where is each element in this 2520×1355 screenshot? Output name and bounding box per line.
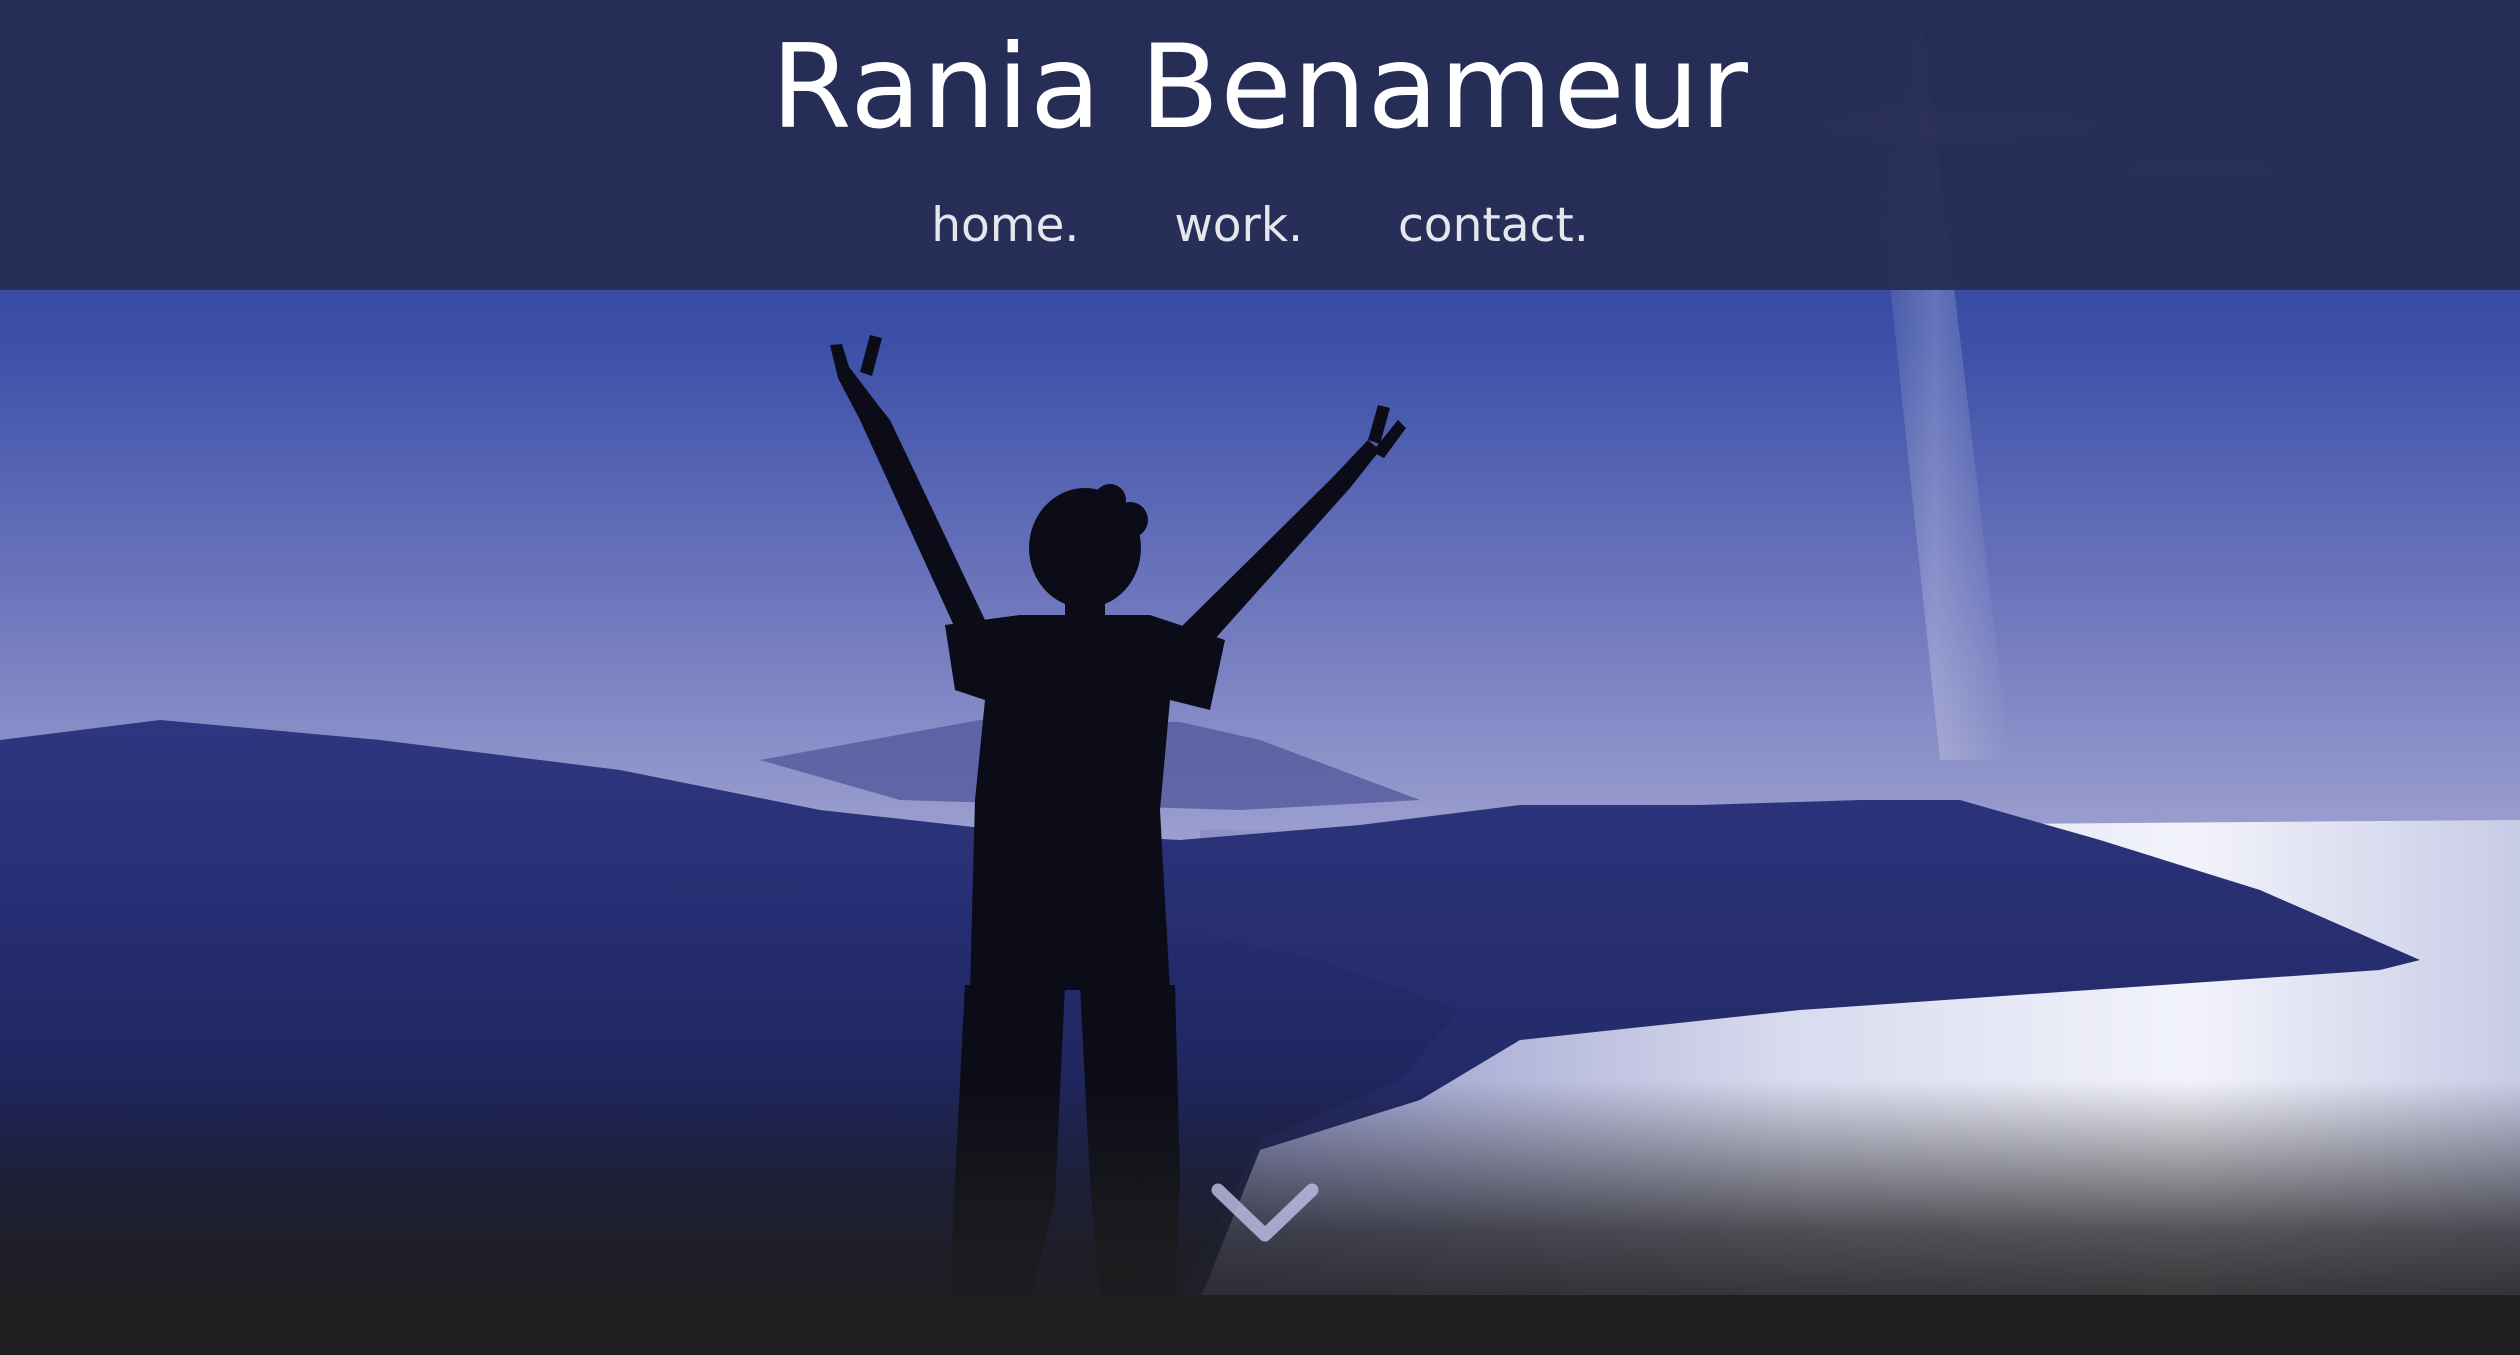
page: Rania Benameur home. work. contact.: [0, 0, 2520, 1355]
chevron-down-icon: [1211, 1183, 1319, 1242]
nav-link-work[interactable]: work.: [1174, 198, 1303, 253]
site-title[interactable]: Rania Benameur: [0, 18, 2520, 158]
scroll-down-button[interactable]: [1210, 1180, 1320, 1250]
footer-band: [0, 1295, 2520, 1355]
main-nav: home. work. contact.: [0, 196, 2520, 256]
nav-link-home[interactable]: home.: [931, 198, 1079, 253]
site-header: Rania Benameur home. work. contact.: [0, 0, 2520, 290]
nav-link-contact[interactable]: contact.: [1398, 198, 1589, 253]
